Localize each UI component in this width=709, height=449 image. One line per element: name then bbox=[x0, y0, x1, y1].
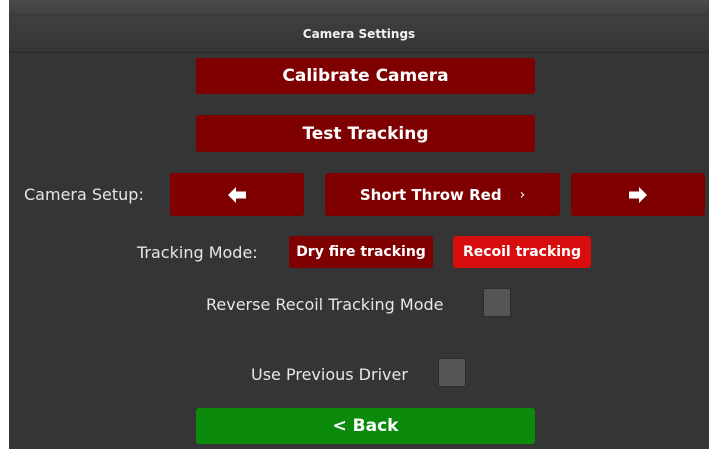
chevron-right-icon: › bbox=[519, 186, 526, 203]
reverse-recoil-label: Reverse Recoil Tracking Mode bbox=[206, 295, 444, 314]
reverse-recoil-checkbox[interactable] bbox=[483, 288, 511, 317]
use-previous-driver-label: Use Previous Driver bbox=[251, 365, 408, 384]
back-button[interactable]: < Back bbox=[196, 408, 535, 444]
camera-setup-selected: Short Throw Red bbox=[359, 185, 502, 204]
use-previous-driver-checkbox[interactable] bbox=[438, 358, 466, 387]
camera-setup-prev-button[interactable] bbox=[170, 173, 304, 216]
test-tracking-button[interactable]: Test Tracking bbox=[196, 115, 535, 152]
camera-setup-dropdown[interactable]: Short Throw Red › bbox=[325, 173, 560, 216]
recoil-tracking-label: Recoil tracking bbox=[462, 244, 582, 260]
tracking-mode-label: Tracking Mode: bbox=[137, 243, 258, 262]
window-title: Camera Settings bbox=[302, 27, 416, 41]
camera-settings-window: Camera Settings Calibrate Camera Test Tr… bbox=[9, 0, 709, 449]
back-label: < Back bbox=[332, 416, 399, 436]
calibrate-camera-button[interactable]: Calibrate Camera bbox=[196, 58, 535, 94]
camera-setup-label: Camera Setup: bbox=[24, 185, 144, 204]
camera-setup-next-button[interactable] bbox=[571, 173, 705, 216]
calibrate-camera-label: Calibrate Camera bbox=[282, 66, 449, 86]
title-bar: Camera Settings bbox=[9, 16, 709, 53]
arrow-right-icon bbox=[629, 186, 647, 203]
window-top-strip bbox=[9, 0, 709, 14]
test-tracking-label: Test Tracking bbox=[302, 123, 429, 144]
recoil-tracking-button[interactable]: Recoil tracking bbox=[453, 236, 591, 268]
arrow-left-icon bbox=[228, 186, 246, 203]
dry-fire-tracking-button[interactable]: Dry fire tracking bbox=[289, 236, 433, 268]
dry-fire-tracking-label: Dry fire tracking bbox=[296, 244, 426, 260]
